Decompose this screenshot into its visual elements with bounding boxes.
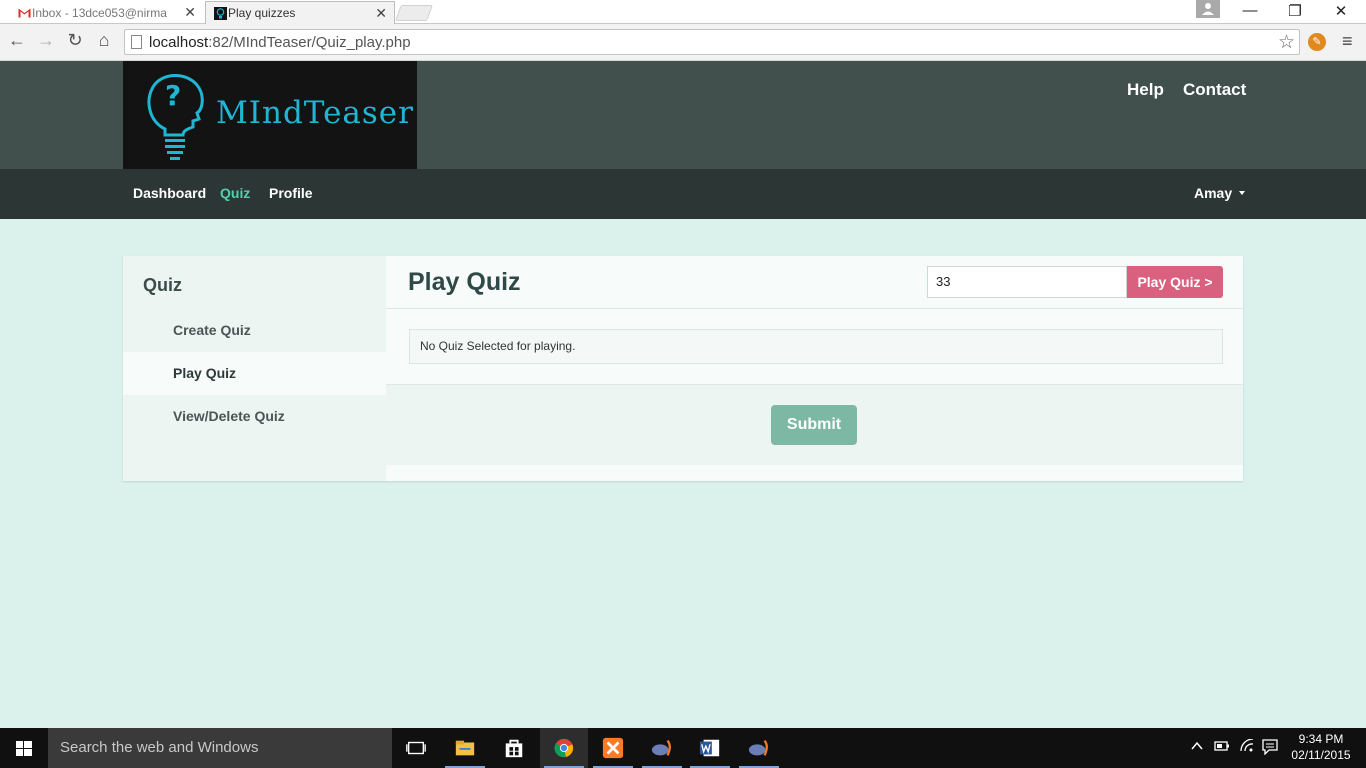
quiz-panel: Quiz Create Quiz Play Quiz View/Delete Q…: [123, 256, 1243, 481]
browser-toolbar: ← → ↻ ⌂ localhost:82/MIndTeaser/Quiz_pla…: [0, 24, 1366, 61]
clock-date: 02/11/2015: [1291, 748, 1351, 762]
wifi-icon[interactable]: [1239, 738, 1255, 756]
chrome-menu-icon[interactable]: ≡: [1342, 31, 1353, 52]
back-icon[interactable]: ←: [6, 30, 28, 51]
url-text: localhost:82/MIndTeaser/Quiz_play.php: [149, 34, 411, 51]
word-icon[interactable]: [686, 728, 734, 768]
nav-quiz[interactable]: Quiz: [220, 185, 250, 201]
system-clock[interactable]: 9:34 PM 02/11/2015: [1290, 731, 1352, 763]
play-quiz-content: Play Quiz 33 Play Quiz > No Quiz Selecte…: [386, 256, 1243, 481]
taskbar-search-input[interactable]: Search the web and Windows: [48, 728, 392, 768]
new-tab-button[interactable]: [395, 5, 433, 21]
gmail-icon: [18, 8, 31, 18]
main-navbar: Dashboard Quiz Profile Amay: [0, 169, 1366, 219]
extension-icon[interactable]: ✎: [1308, 33, 1326, 51]
tab-title: Inbox - 13dce053@nirma: [32, 5, 167, 20]
page-title: Play Quiz: [408, 268, 521, 296]
play-quiz-button[interactable]: Play Quiz >: [1127, 266, 1223, 298]
address-bar[interactable]: localhost:82/MIndTeaser/Quiz_play.php ☆: [124, 29, 1300, 55]
help-link[interactable]: Help: [1127, 80, 1164, 100]
quiz-status-message: No Quiz Selected for playing.: [409, 329, 1223, 364]
home-icon[interactable]: ⌂: [93, 30, 115, 51]
windows-start-icon[interactable]: [0, 728, 48, 768]
logo-text: MIndTeaser: [216, 95, 414, 131]
task-view-icon[interactable]: [392, 728, 440, 768]
logo[interactable]: ? MIndTeaser: [123, 61, 417, 169]
close-icon[interactable]: ✕: [184, 4, 196, 21]
quiz-sidebar: Quiz Create Quiz Play Quiz View/Delete Q…: [123, 256, 386, 481]
content-header: Play Quiz 33 Play Quiz >: [386, 256, 1243, 309]
windows-taskbar: Search the web and Windows 9:34 PM 02/11…: [0, 728, 1366, 768]
quiz-id-input[interactable]: 33: [927, 266, 1127, 298]
minimize-icon[interactable]: —: [1235, 2, 1265, 19]
window-close-icon[interactable]: ✕: [1326, 2, 1356, 20]
sidebar-item-play-quiz[interactable]: Play Quiz: [123, 352, 386, 395]
content-footer: Submit: [386, 384, 1243, 465]
notifications-icon[interactable]: [1262, 739, 1278, 758]
browser-tab-play-quizzes[interactable]: Play quizzes ✕: [205, 1, 395, 24]
sidebar-item-create-quiz[interactable]: Create Quiz: [123, 309, 386, 352]
close-icon[interactable]: ✕: [375, 5, 387, 22]
lightbulb-head-icon: ?: [147, 74, 204, 160]
php-editor-icon[interactable]: [735, 728, 783, 768]
site-header: ? MIndTeaser Help Contact: [0, 61, 1366, 169]
browser-tab-strip: Inbox - 13dce053@nirma ✕ Play quizzes ✕ …: [0, 0, 1366, 24]
bookmark-star-icon[interactable]: ☆: [1278, 31, 1295, 54]
user-menu[interactable]: Amay: [1194, 185, 1232, 201]
tab-title: Play quizzes: [228, 6, 296, 20]
battery-icon[interactable]: [1214, 740, 1230, 755]
reload-icon[interactable]: ↻: [64, 30, 86, 51]
contact-link[interactable]: Contact: [1183, 80, 1246, 100]
caret-down-icon[interactable]: [1239, 191, 1245, 195]
svg-text:?: ?: [165, 79, 181, 112]
sidebar-item-view-delete-quiz[interactable]: View/Delete Quiz: [123, 395, 386, 438]
sidebar-title: Quiz: [143, 275, 182, 295]
nav-profile[interactable]: Profile: [269, 185, 313, 201]
php-designer-icon[interactable]: [638, 728, 686, 768]
page-icon: [131, 35, 142, 49]
user-profile-icon[interactable]: [1196, 0, 1220, 18]
chrome-icon[interactable]: [540, 728, 588, 768]
submit-button[interactable]: Submit: [771, 405, 857, 445]
chevron-up-icon[interactable]: [1190, 739, 1204, 756]
forward-icon[interactable]: →: [35, 30, 57, 51]
nav-dashboard[interactable]: Dashboard: [133, 185, 206, 201]
file-explorer-icon[interactable]: [441, 728, 489, 768]
browser-tab-inbox[interactable]: Inbox - 13dce053@nirma ✕: [10, 1, 203, 24]
restore-icon[interactable]: ❐: [1280, 2, 1310, 20]
store-icon[interactable]: [490, 728, 538, 768]
xampp-icon[interactable]: [589, 728, 637, 768]
clock-time: 9:34 PM: [1298, 732, 1344, 746]
mindteaser-favicon-icon: [214, 7, 227, 20]
